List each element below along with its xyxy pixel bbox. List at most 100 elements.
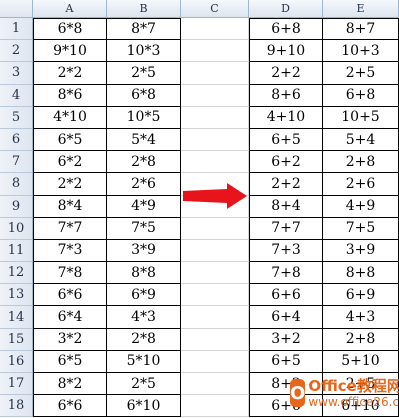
column-header-c[interactable]: C xyxy=(181,0,249,18)
cell-e[interactable]: 2+8 xyxy=(323,328,399,351)
cell-c[interactable] xyxy=(181,373,249,396)
cell-b[interactable]: 5*10 xyxy=(107,350,181,373)
cell-b[interactable]: 4*9 xyxy=(107,195,181,218)
cell-b[interactable]: 8*7 xyxy=(107,18,181,41)
cell-a[interactable]: 6*5 xyxy=(33,350,107,373)
cell-b[interactable]: 4*3 xyxy=(107,306,181,329)
cell-b[interactable]: 2*5 xyxy=(107,62,181,85)
cell-e[interactable]: 3+9 xyxy=(323,239,399,263)
cell-c[interactable] xyxy=(181,328,249,351)
cell-a[interactable]: 7*3 xyxy=(33,239,107,263)
cell-c[interactable] xyxy=(181,106,249,129)
cell-b[interactable]: 6*10 xyxy=(107,395,181,418)
cell-a[interactable]: 2*2 xyxy=(33,62,107,85)
cell-c[interactable] xyxy=(181,62,249,85)
row-header[interactable]: 2 xyxy=(0,40,33,63)
row-header[interactable]: 11 xyxy=(0,239,33,263)
cell-a[interactable]: 6*4 xyxy=(33,306,107,329)
cell-c[interactable] xyxy=(181,262,249,285)
cell-b[interactable]: 2*8 xyxy=(107,328,181,351)
cell-e[interactable]: 4+9 xyxy=(323,195,399,218)
cell-a[interactable]: 8*6 xyxy=(33,84,107,107)
cell-b[interactable]: 2*5 xyxy=(107,373,181,396)
cell-d[interactable]: 8+4 xyxy=(249,195,323,218)
cell-e[interactable]: 6+9 xyxy=(323,284,399,307)
cell-a[interactable]: 2*2 xyxy=(33,173,107,196)
row-header[interactable]: 9 xyxy=(0,195,33,218)
cell-d[interactable]: 2+2 xyxy=(249,173,323,196)
cell-c[interactable] xyxy=(181,40,249,63)
cell-b[interactable]: 10*3 xyxy=(107,40,181,63)
cell-e[interactable]: 6+8 xyxy=(323,84,399,107)
cell-a[interactable]: 6*5 xyxy=(33,128,107,152)
row-header[interactable]: 8 xyxy=(0,173,33,196)
cell-c[interactable] xyxy=(181,128,249,152)
cell-e[interactable]: 8+7 xyxy=(323,18,399,41)
cell-a[interactable]: 4*10 xyxy=(33,106,107,129)
cell-a[interactable]: 6*6 xyxy=(33,395,107,418)
cell-c[interactable] xyxy=(181,239,249,263)
cell-a[interactable]: 8*2 xyxy=(33,373,107,396)
cell-a[interactable]: 6*8 xyxy=(33,18,107,41)
row-header[interactable]: 13 xyxy=(0,284,33,307)
cell-b[interactable]: 2*6 xyxy=(107,173,181,196)
cell-b[interactable]: 10*5 xyxy=(107,106,181,129)
cell-c[interactable] xyxy=(181,350,249,373)
cell-e[interactable]: 2+6 xyxy=(323,173,399,196)
cell-b[interactable]: 5*4 xyxy=(107,128,181,152)
cell-d[interactable]: 6+6 xyxy=(249,284,323,307)
cell-e[interactable]: 2+8 xyxy=(323,151,399,174)
cell-e[interactable]: 10+3 xyxy=(323,40,399,63)
cell-c[interactable] xyxy=(181,306,249,329)
cell-b[interactable]: 2*8 xyxy=(107,151,181,174)
cell-e[interactable]: 8+8 xyxy=(323,262,399,285)
cell-d[interactable]: 3+2 xyxy=(249,328,323,351)
row-header[interactable]: 7 xyxy=(0,151,33,174)
cell-d[interactable]: 6+2 xyxy=(249,151,323,174)
cell-e[interactable]: 5+4 xyxy=(323,128,399,152)
cell-d[interactable]: 6+4 xyxy=(249,306,323,329)
cell-c[interactable] xyxy=(181,18,249,41)
cell-e[interactable]: 4+3 xyxy=(323,306,399,329)
cell-b[interactable]: 6*8 xyxy=(107,84,181,107)
row-header[interactable]: 4 xyxy=(0,84,33,107)
cell-d[interactable]: 6+5 xyxy=(249,128,323,152)
cell-a[interactable]: 3*2 xyxy=(33,328,107,351)
cell-a[interactable]: 7*7 xyxy=(33,217,107,240)
column-header-e[interactable]: E xyxy=(323,0,399,18)
cell-d[interactable]: 2+2 xyxy=(249,62,323,85)
cell-d[interactable]: 7+7 xyxy=(249,217,323,240)
cell-c[interactable] xyxy=(181,284,249,307)
cell-c[interactable] xyxy=(181,151,249,174)
cell-c[interactable] xyxy=(181,395,249,418)
row-header[interactable]: 12 xyxy=(0,262,33,285)
cell-d[interactable]: 7+3 xyxy=(249,239,323,263)
row-header[interactable]: 10 xyxy=(0,217,33,240)
column-header-a[interactable]: A xyxy=(33,0,107,18)
cell-b[interactable]: 8*8 xyxy=(107,262,181,285)
row-header[interactable]: 3 xyxy=(0,62,33,85)
row-header[interactable]: 16 xyxy=(0,350,33,373)
cell-a[interactable]: 8*4 xyxy=(33,195,107,218)
cell-d[interactable]: 7+8 xyxy=(249,262,323,285)
row-header[interactable]: 15 xyxy=(0,328,33,351)
row-header[interactable]: 14 xyxy=(0,306,33,329)
cell-e[interactable]: 10+5 xyxy=(323,106,399,129)
cell-e[interactable]: 2+5 xyxy=(323,62,399,85)
row-header[interactable]: 5 xyxy=(0,106,33,129)
column-header-d[interactable]: D xyxy=(249,0,323,18)
cell-a[interactable]: 6*6 xyxy=(33,284,107,307)
select-all-corner[interactable] xyxy=(0,0,33,18)
row-header[interactable]: 17 xyxy=(0,373,33,396)
cell-d[interactable]: 8+6 xyxy=(249,84,323,107)
cell-b[interactable]: 6*9 xyxy=(107,284,181,307)
cell-c[interactable] xyxy=(181,84,249,107)
column-header-b[interactable]: B xyxy=(107,0,181,18)
cell-b[interactable]: 7*5 xyxy=(107,217,181,240)
row-header[interactable]: 6 xyxy=(0,128,33,152)
row-header[interactable]: 18 xyxy=(0,395,33,418)
cell-a[interactable]: 7*8 xyxy=(33,262,107,285)
cell-e[interactable]: 7+5 xyxy=(323,217,399,240)
cell-a[interactable]: 9*10 xyxy=(33,40,107,63)
cell-d[interactable]: 9+10 xyxy=(249,40,323,63)
